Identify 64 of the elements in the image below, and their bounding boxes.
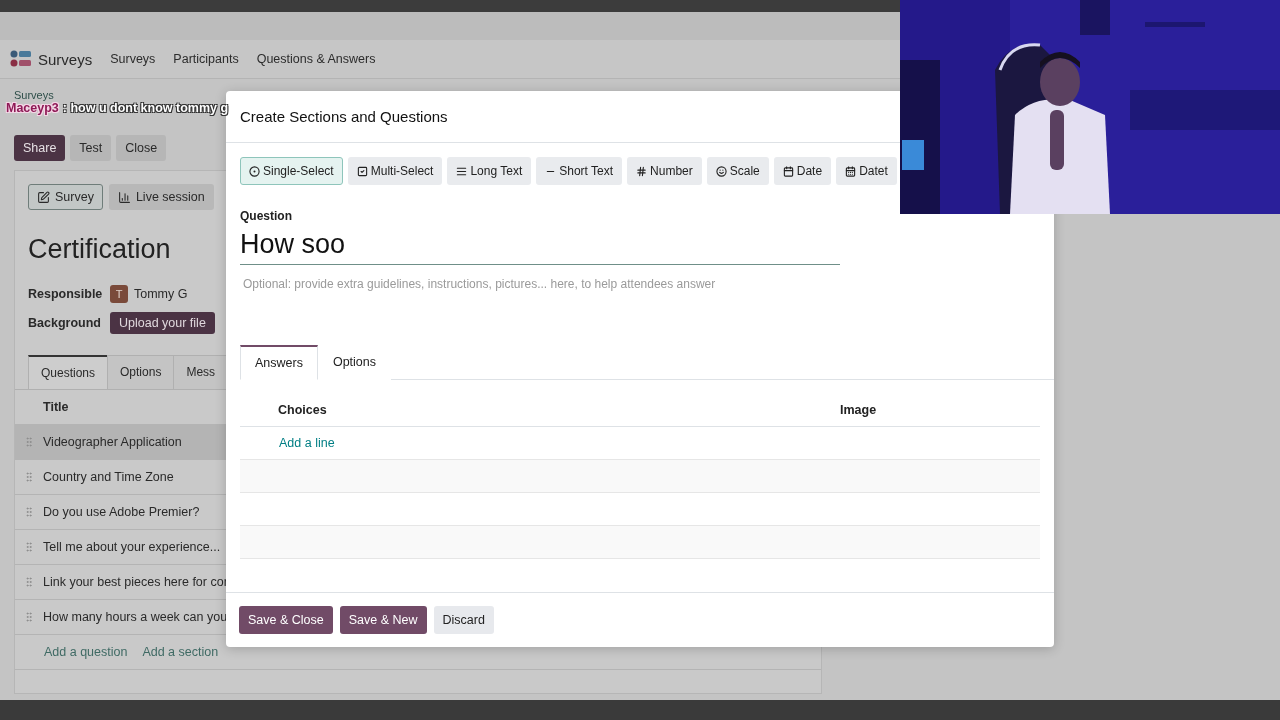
form-tab[interactable]: Questions [28,355,109,389]
question-type-button[interactable]: Single-Select [240,157,343,185]
footer-button[interactable]: Discard [433,606,494,634]
action-button[interactable]: Test [70,135,112,161]
field-label: Responsible [28,286,104,301]
menu-item[interactable]: Surveys [110,52,156,66]
add-link[interactable]: Add a question [44,645,128,659]
edit-icon [37,190,50,204]
table-cell: Link your best pieces here for cor [43,575,228,589]
action-button[interactable]: Share [14,135,66,161]
user-avatar: T [110,284,128,303]
drag-handle-icon[interactable] [23,611,35,623]
question-type-button[interactable]: Long Text [447,157,532,185]
app-brand[interactable]: Surveys [38,50,93,68]
hash-icon [636,165,648,177]
drag-handle-icon[interactable] [23,541,35,553]
drag-handle-icon[interactable] [23,506,35,518]
field-value[interactable]: Tommy G [134,286,188,301]
chat-username: Maceyp3 [6,101,59,115]
dialog-title: Create Sections and Questions [240,108,448,125]
footer-button[interactable]: Save & Close [239,606,333,634]
question-type-button[interactable]: Multi-Select [347,157,443,185]
field-label: Background [28,315,102,330]
field-label: Question [240,209,293,223]
table-cell: Videographer Application [43,435,182,449]
view-button[interactable]: Live session [108,184,214,210]
calendar-icon [782,165,794,177]
view-button[interactable]: Survey [28,184,103,210]
table-cell: Country and Time Zone [43,470,174,484]
column-header: Choices [278,403,328,417]
table-cell: Tell me about your experience... [43,540,221,554]
question-type-button[interactable]: Number [627,157,702,185]
question-type-button[interactable]: Scale [706,157,769,185]
drag-handle-icon[interactable] [23,576,35,588]
form-tab[interactable]: Options [107,355,175,389]
footer-button[interactable]: Save & New [339,606,427,634]
checkbox-icon [356,165,368,177]
menu-item[interactable]: Questions & Answers [256,52,376,66]
calendar-icon [845,165,857,177]
survey-title: Certification [28,234,171,265]
question-type-button[interactable]: Datet [836,157,897,185]
drag-handle-icon[interactable] [23,436,35,448]
radio-icon [249,165,260,177]
column-header: Title [43,400,69,414]
question-type-button[interactable]: Short Text [536,157,623,185]
menu-item[interactable]: Participants [173,52,239,66]
bar-chart-icon [117,190,131,204]
add-link[interactable]: Add a section [142,645,219,659]
table-cell: Do you use Adobe Premier? [43,505,200,519]
dialog-tab[interactable]: Answers [240,345,318,380]
app-logo-icon [10,50,32,68]
action-button[interactable]: Close [116,135,167,161]
question-type-button[interactable]: Date [773,157,832,185]
upload-button[interactable]: Upload your file [110,311,215,334]
column-header: Image [840,403,878,417]
chat-message: : how u dont know tommy g [62,101,229,115]
breadcrumb-link[interactable]: Surveys [14,89,54,101]
smile-icon [715,165,727,177]
drag-handle-icon[interactable] [23,471,35,483]
table-cell: How many hours a week can you [43,610,228,624]
add-line-link[interactable]: Add a line [279,436,335,450]
form-tab[interactable]: Mess [173,355,229,389]
question-field[interactable]: How soo [240,227,840,265]
lines-icon [456,165,468,177]
